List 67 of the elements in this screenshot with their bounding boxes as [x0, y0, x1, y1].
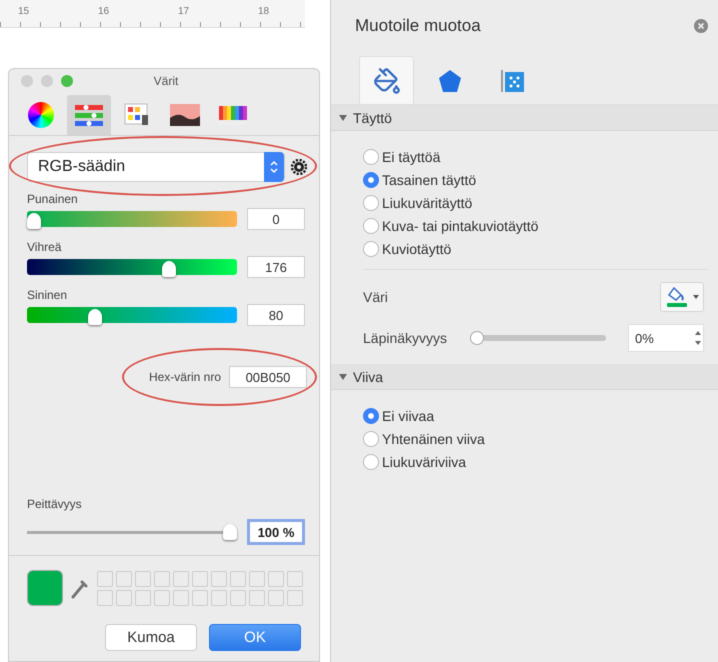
- channel-label: Punainen: [27, 192, 79, 206]
- radio-button[interactable]: [363, 431, 379, 447]
- stepper-arrows-icon[interactable]: [694, 329, 701, 347]
- radio-button[interactable]: [363, 218, 379, 234]
- sunset-image-icon: [170, 104, 200, 126]
- format-tab[interactable]: [359, 56, 414, 104]
- channel-value-field[interactable]: 0: [247, 208, 305, 230]
- ruler-label: 17: [178, 6, 190, 17]
- slider-thumb[interactable]: [223, 524, 237, 540]
- disclosure-triangle-icon: [339, 372, 347, 380]
- radio-option[interactable]: Ei täyttöä: [363, 149, 718, 165]
- radio-button[interactable]: [363, 241, 379, 257]
- section-header[interactable]: Täyttö: [331, 105, 718, 131]
- current-color-swatch[interactable]: [27, 570, 63, 606]
- slider-thumb[interactable]: [88, 309, 102, 325]
- hex-label: Hex-värin nro: [148, 370, 221, 384]
- slider-thumb[interactable]: [162, 261, 176, 277]
- slider-type-select[interactable]: RGB-säädin: [27, 152, 285, 182]
- radio-option[interactable]: Tasainen täyttö: [363, 172, 718, 188]
- radio-button[interactable]: [363, 454, 379, 470]
- channel-label: Vihreä: [27, 240, 62, 254]
- palette-grid-icon: [124, 103, 150, 127]
- opacity-field[interactable]: 100 %: [247, 519, 305, 545]
- hex-field[interactable]: 00B050: [229, 366, 307, 388]
- zoom-window-button[interactable]: [61, 75, 73, 87]
- ruler-label: 18: [258, 6, 270, 17]
- radio-option[interactable]: Kuviotäyttö: [363, 241, 718, 257]
- cancel-button[interactable]: Kumoa: [105, 624, 197, 651]
- radio-button[interactable]: [363, 149, 379, 165]
- channel-slider[interactable]: [27, 307, 237, 323]
- ruler-label: 16: [98, 6, 110, 17]
- transparency-label: Läpinäkyvyys: [363, 330, 448, 346]
- transparency-field[interactable]: 0%: [628, 324, 704, 352]
- slider-thumb[interactable]: [27, 213, 41, 229]
- channel-label: Sininen: [27, 288, 68, 302]
- sliders-icon: [74, 103, 104, 127]
- close-icon[interactable]: [694, 19, 708, 33]
- color-label: Väri: [363, 289, 388, 305]
- radio-option[interactable]: Ei viivaa: [363, 408, 718, 424]
- radio-option[interactable]: Liukuväritäyttö: [363, 195, 718, 211]
- window-title: Värit: [152, 74, 180, 88]
- channel-value-field[interactable]: 176: [247, 256, 305, 278]
- paint-bucket-icon: [372, 66, 400, 94]
- color-wells[interactable]: [97, 570, 303, 606]
- radio-option[interactable]: Liukuväriviiva: [363, 454, 718, 470]
- panel-title: Muotoile muotoa: [355, 16, 481, 36]
- color-wheel-icon: [28, 102, 54, 128]
- pentagon-icon: [438, 68, 462, 92]
- stepper-arrows-icon: [270, 160, 278, 174]
- radio-button[interactable]: [363, 195, 379, 211]
- gear-icon[interactable]: [291, 159, 307, 175]
- radio-option[interactable]: Kuva- tai pintakuviotäyttö: [363, 218, 718, 234]
- section-header[interactable]: Viiva: [331, 364, 718, 390]
- mode-tab[interactable]: [67, 95, 111, 135]
- channel-slider[interactable]: [27, 211, 237, 227]
- ruler-label: 15: [18, 6, 30, 17]
- size-layout-icon: [500, 68, 524, 94]
- radio-button[interactable]: [363, 172, 379, 188]
- caret-icon: [693, 295, 699, 299]
- opacity-label: Peittävyys: [27, 497, 83, 511]
- slider-thumb[interactable]: [470, 331, 484, 345]
- channel-slider[interactable]: [27, 259, 237, 275]
- disclosure-triangle-icon: [339, 114, 347, 122]
- radio-button[interactable]: [363, 408, 379, 424]
- radio-option[interactable]: Yhtenäinen viiva: [363, 431, 718, 447]
- channel-value-field[interactable]: 80: [247, 304, 305, 326]
- fill-color-button[interactable]: [660, 282, 704, 312]
